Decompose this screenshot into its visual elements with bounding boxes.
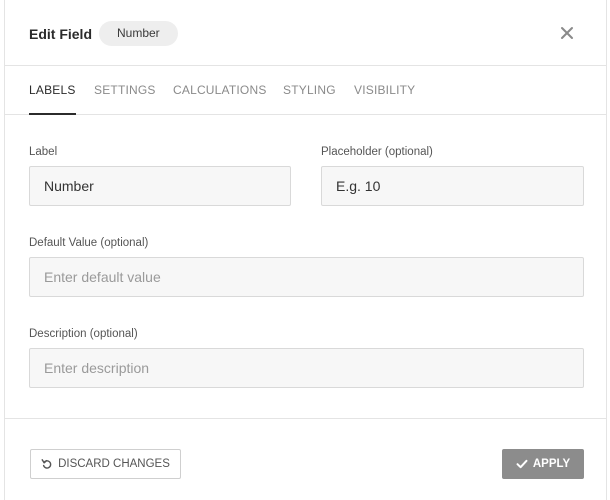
tab-visibility[interactable]: VISIBILITY [354, 83, 415, 115]
tab-calculations[interactable]: CALCULATIONS [173, 83, 267, 115]
description-field-label: Description (optional) [29, 328, 138, 340]
tab-settings[interactable]: SETTINGS [94, 83, 156, 115]
label-field-label: Label [29, 146, 58, 158]
close-button[interactable] [558, 24, 576, 42]
field-type-badge: Number [99, 21, 178, 46]
check-icon [516, 458, 528, 470]
dialog-title: Edit Field [29, 26, 92, 42]
description-input[interactable] [29, 348, 584, 388]
default-value-input[interactable] [29, 257, 584, 297]
discard-changes-label: DISCARD CHANGES [58, 458, 170, 470]
undo-icon [41, 458, 53, 470]
tab-labels[interactable]: LABELS [29, 83, 76, 115]
default-value-field-label: Default Value (optional) [29, 237, 149, 249]
placeholder-field-label: Placeholder (optional) [321, 146, 433, 158]
apply-label: APPLY [532, 458, 571, 470]
edit-field-dialog: Edit Field Number LABELS SETTINGS CALCUL… [4, 0, 607, 500]
tab-bar: LABELS SETTINGS CALCULATIONS STYLING VIS… [5, 66, 606, 115]
tab-styling[interactable]: STYLING [283, 83, 336, 115]
close-icon [558, 24, 576, 42]
label-input[interactable] [29, 166, 291, 206]
footer-divider [5, 418, 606, 419]
dialog-header: Edit Field Number [5, 0, 606, 66]
apply-button[interactable]: APPLY [502, 449, 584, 479]
discard-changes-button[interactable]: DISCARD CHANGES [30, 449, 181, 479]
placeholder-input[interactable] [321, 166, 584, 206]
